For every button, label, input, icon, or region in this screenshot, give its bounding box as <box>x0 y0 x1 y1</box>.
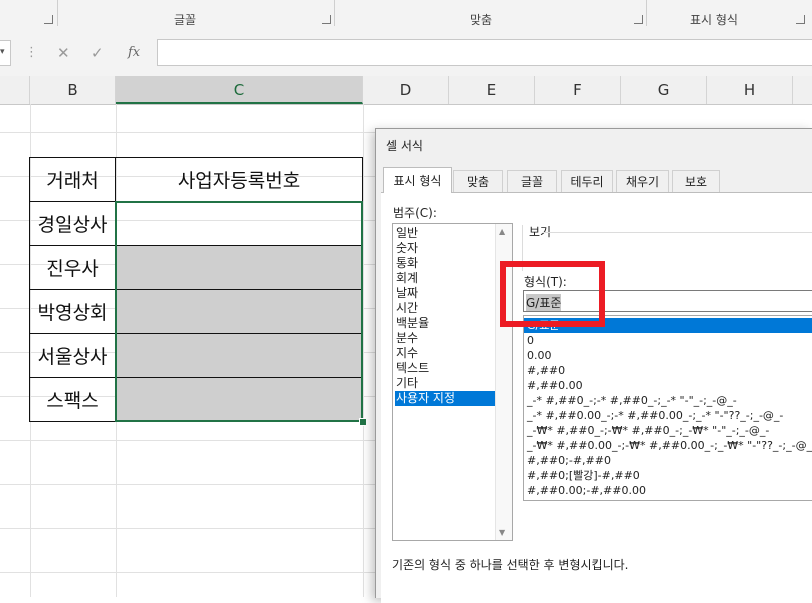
ribbon-group-font: 글꼴 <box>174 13 197 27</box>
list-item[interactable]: #,##0.00 <box>527 378 583 393</box>
column-header-e[interactable]: E <box>449 76 535 104</box>
tab-alignment[interactable]: 맞춤 <box>453 170 503 192</box>
column-header-c[interactable]: C <box>116 76 363 104</box>
list-item[interactable]: _-* #,##0_-;-* #,##0_-;_-* "-"_-;_-@_- <box>527 393 737 408</box>
chevron-down-icon: ▾ <box>0 47 5 57</box>
list-item[interactable]: 텍스트 <box>395 361 496 376</box>
list-item[interactable]: 숫자 <box>395 241 496 256</box>
list-item[interactable]: 날짜 <box>395 286 496 301</box>
table-row-name[interactable]: 박영상회 <box>29 289 116 334</box>
ribbon-separator <box>57 0 58 26</box>
ribbon-separator <box>334 0 335 26</box>
list-item[interactable]: #,##0.00;-#,##0.00 <box>527 483 646 498</box>
list-item[interactable]: 일반 <box>395 226 496 241</box>
tab-font[interactable]: 글꼴 <box>507 170 557 192</box>
tab-protection[interactable]: 보호 <box>672 170 720 192</box>
list-item[interactable]: 시간 <box>395 301 496 316</box>
description-text: 기존의 형식 중 하나를 선택한 후 변형시킵니다. <box>392 558 629 572</box>
tab-number[interactable]: 표시 형식 <box>383 167 452 193</box>
category-label: 범주(C): <box>393 206 437 220</box>
enter-icon[interactable]: ✓ <box>91 44 104 62</box>
format-cells-dialog: 셀 서식 표시 형식 맞춤 글꼴 테두리 채우기 보호 범주(C): 일반 숫자… <box>375 128 812 603</box>
gridline <box>363 104 364 597</box>
fill-handle[interactable] <box>359 418 367 426</box>
list-item[interactable]: #,##0 <box>527 363 565 378</box>
ribbon-separator <box>646 0 647 26</box>
list-item[interactable]: _-* #,##0.00_-;-* #,##0.00_-;_-* "-"??_-… <box>527 408 783 423</box>
column-headers: B C D E F G H <box>0 76 812 105</box>
list-item[interactable]: 백분율 <box>395 316 496 331</box>
alignment-launcher-icon[interactable] <box>634 15 643 24</box>
ribbon-group-alignment: 맞춤 <box>470 13 493 27</box>
formula-bar: ▾ ⋮ ✕ ✓ fx <box>0 30 812 77</box>
tab-border[interactable]: 테두리 <box>561 170 613 192</box>
list-item[interactable]: 회계 <box>395 271 496 286</box>
column-header-f[interactable]: F <box>535 76 621 104</box>
scroll-up-icon[interactable]: ▲ <box>499 227 505 236</box>
insert-function-icon[interactable]: fx <box>128 45 140 60</box>
column-header-h[interactable]: H <box>707 76 793 104</box>
selection-range <box>115 201 363 422</box>
tab-fill[interactable]: 채우기 <box>616 170 669 192</box>
clipboard-launcher-icon[interactable] <box>44 15 53 24</box>
namebox-dropdown[interactable]: ▾ <box>0 40 11 66</box>
column-header-g[interactable]: G <box>621 76 707 104</box>
list-item[interactable]: _-₩* #,##0.00_-;-₩* #,##0.00_-;_-₩* "-"?… <box>527 438 812 453</box>
font-launcher-icon[interactable] <box>322 15 331 24</box>
list-item[interactable]: 0 <box>527 333 534 348</box>
cancel-icon[interactable]: ✕ <box>57 44 70 62</box>
preview-divider <box>543 232 812 233</box>
dialog-title: 셀 서식 <box>386 139 423 153</box>
table-row-name[interactable]: 스팩스 <box>29 377 116 422</box>
list-item[interactable]: #,##0;-#,##0 <box>527 453 611 468</box>
list-item[interactable]: 분수 <box>395 331 496 346</box>
category-list[interactable]: 일반 숫자 통화 회계 날짜 시간 백분율 분수 지수 텍스트 기타 사용자 지… <box>392 223 513 541</box>
list-item[interactable]: _-₩* #,##0_-;-₩* #,##0_-;_-₩* "-"_-;_-@_… <box>527 423 769 438</box>
list-item[interactable]: 0.00 <box>527 348 552 363</box>
list-item[interactable]: 지수 <box>395 346 496 361</box>
list-item[interactable]: 기타 <box>395 376 496 391</box>
highlight-annotation <box>500 261 605 327</box>
table-header-name[interactable]: 거래처 <box>29 157 116 202</box>
list-item[interactable]: 통화 <box>395 256 496 271</box>
scroll-down-icon[interactable]: ▼ <box>499 528 505 537</box>
row-header-corner[interactable] <box>0 76 30 104</box>
ribbon-group-strip: 글꼴 맞춤 표시 형식 <box>0 0 812 31</box>
table-row-name[interactable]: 서울상사 <box>29 333 116 378</box>
column-header-d[interactable]: D <box>363 76 449 104</box>
table-row-name[interactable]: 경일상사 <box>29 201 116 246</box>
table-row-name[interactable]: 진우사 <box>29 245 116 290</box>
number-launcher-icon[interactable] <box>796 15 805 24</box>
list-item-selected[interactable]: 사용자 지정 <box>395 391 496 406</box>
ribbon-group-number: 표시 형식 <box>690 13 738 27</box>
more-icon: ⋮ <box>25 45 38 60</box>
column-header-b[interactable]: B <box>30 76 116 104</box>
table-header-number[interactable]: 사업자등록번호 <box>115 157 363 202</box>
formula-input[interactable] <box>157 39 812 66</box>
type-list[interactable]: G/표준 0 0.00 #,##0 #,##0.00 _-* #,##0_-;-… <box>523 315 812 501</box>
list-item[interactable]: #,##0;[빨강]-#,##0 <box>527 468 640 483</box>
